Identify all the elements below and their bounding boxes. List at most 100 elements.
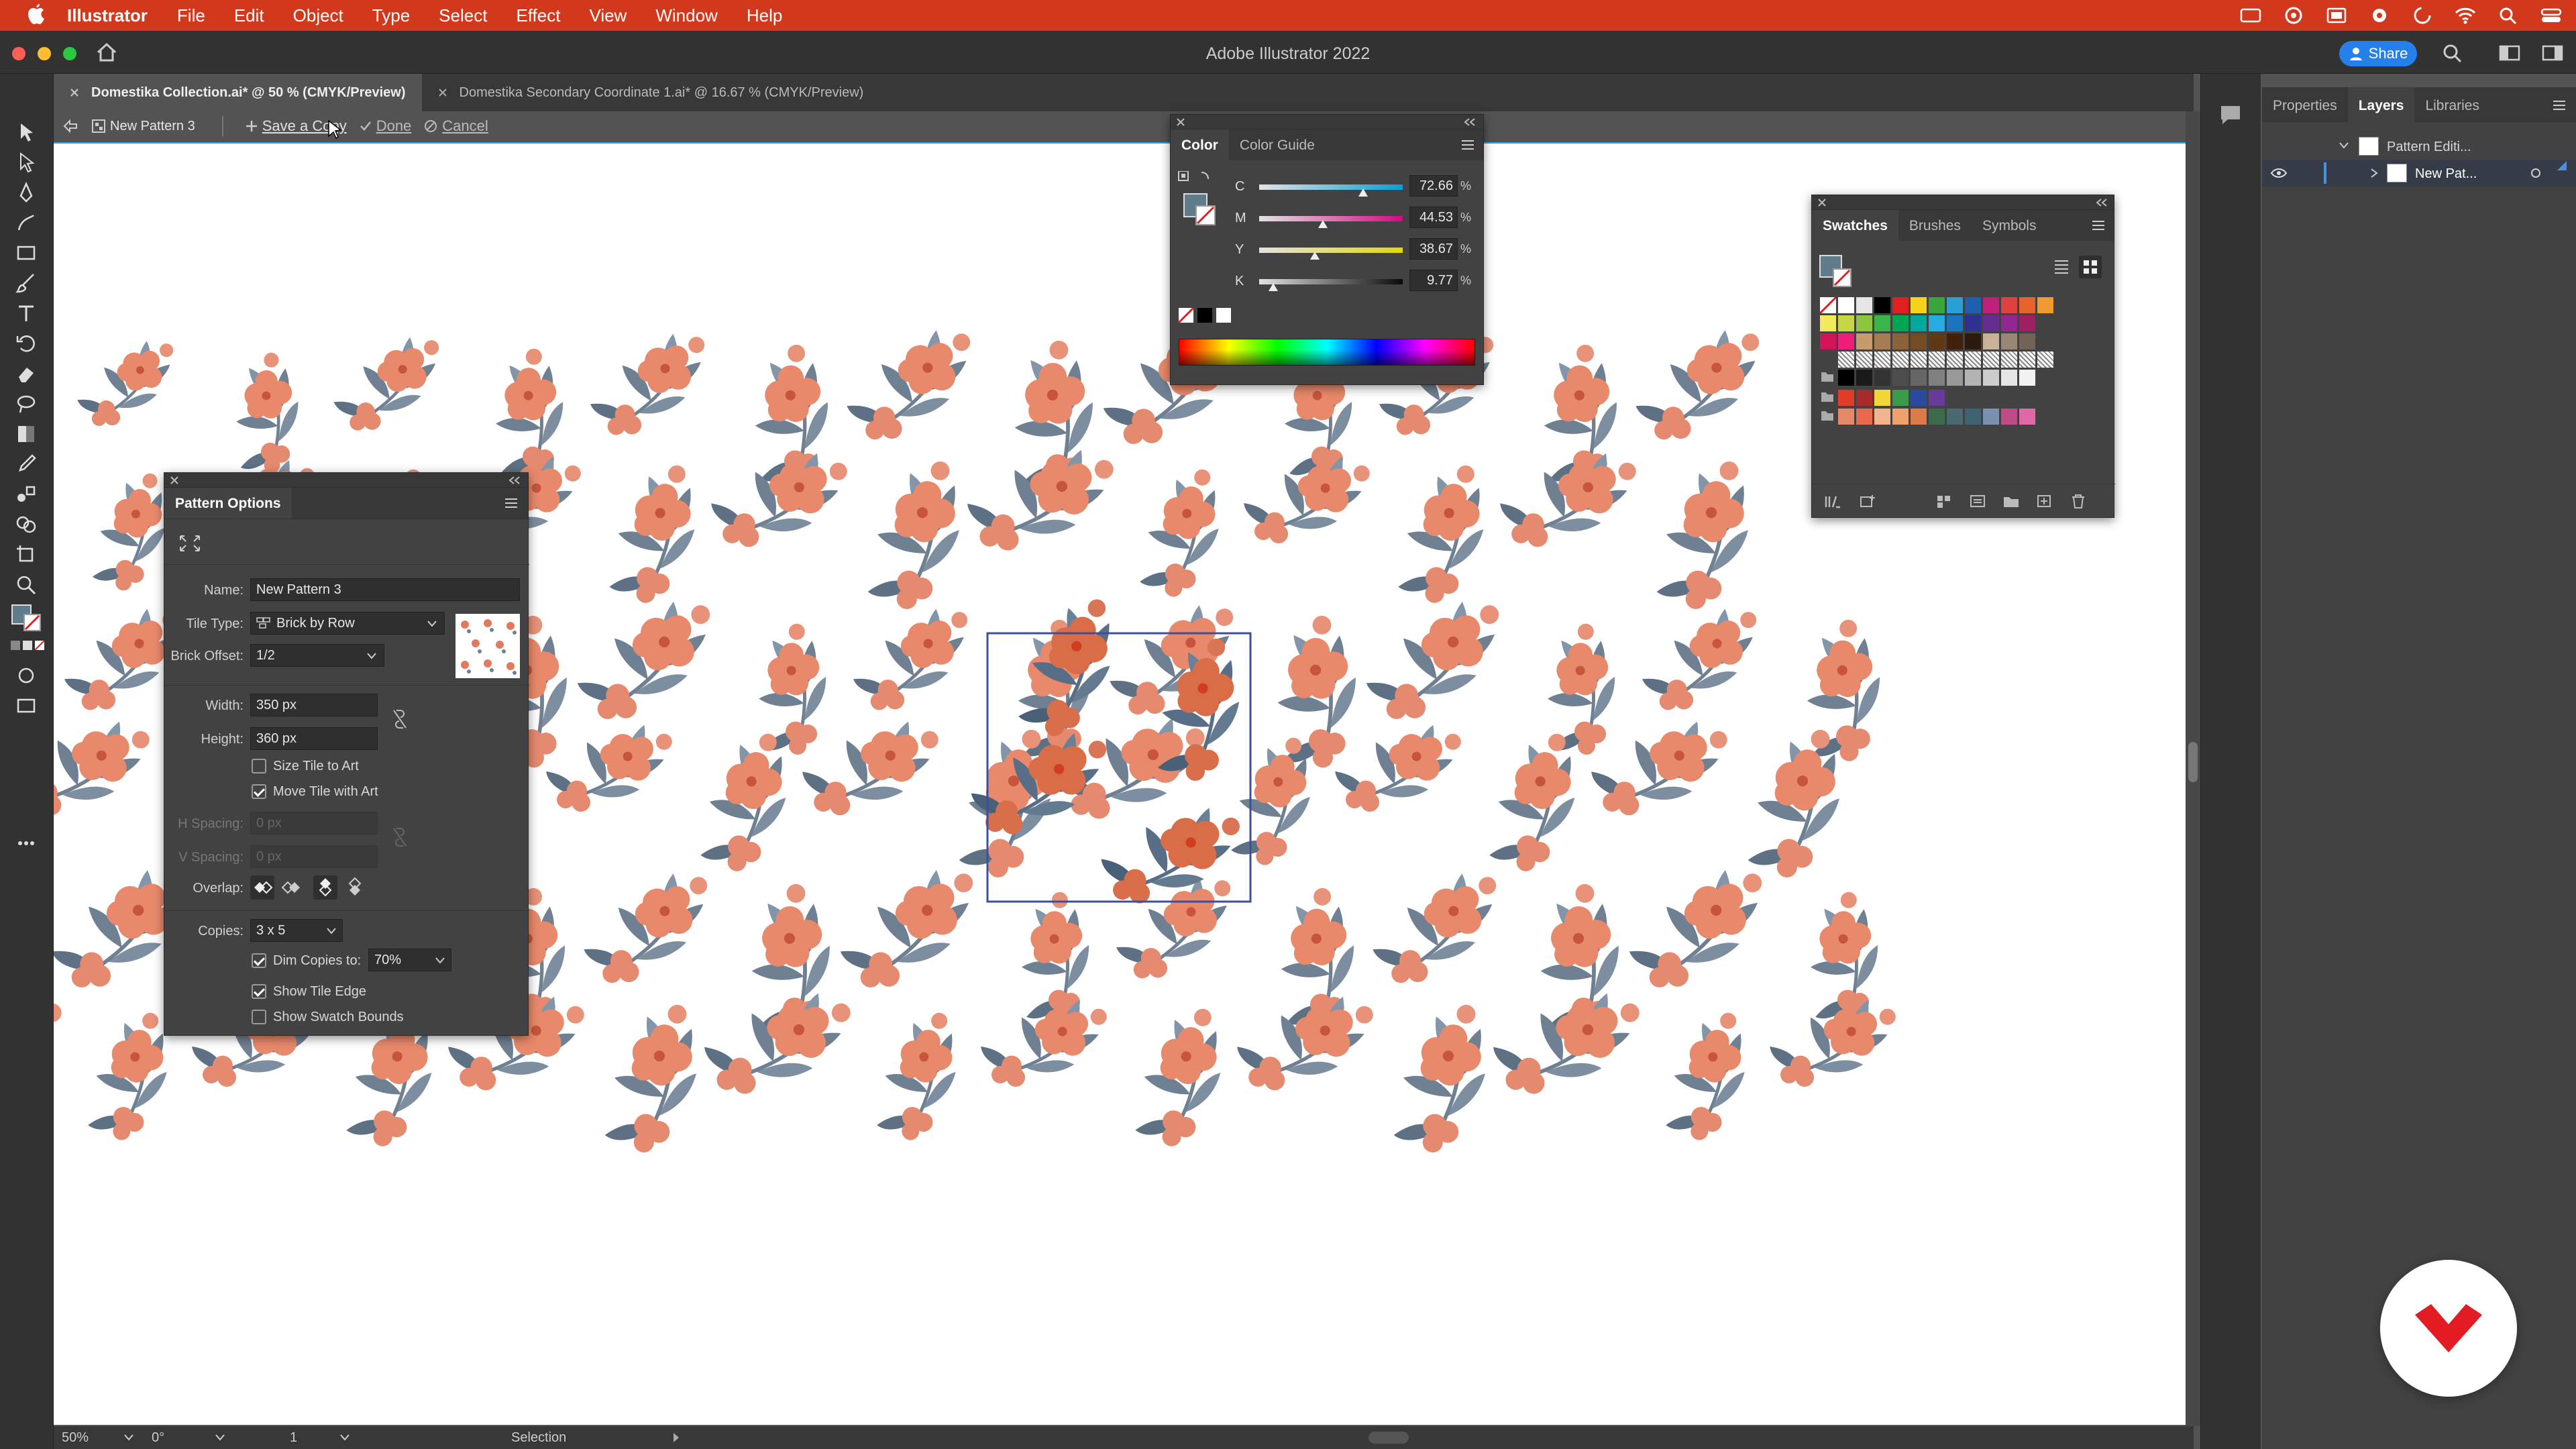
color-swatch[interactable] [1965, 409, 1981, 425]
direct-selection-tool-icon[interactable] [15, 151, 38, 174]
tab-layers[interactable]: Layers [2347, 87, 2415, 122]
color-swatch[interactable] [1947, 297, 1963, 313]
app-menu[interactable]: Illustrator [67, 5, 148, 26]
none-swatch[interactable] [1820, 297, 1836, 313]
color-swatch[interactable] [1874, 333, 1890, 350]
control-center-icon[interactable] [2540, 6, 2563, 25]
color-swatch[interactable] [1947, 370, 1963, 386]
size-tile-checkbox[interactable] [252, 759, 266, 773]
color-swatch[interactable] [1892, 390, 1909, 406]
pattern-swatch[interactable] [2037, 352, 2053, 368]
color-swatch[interactable] [2019, 333, 2035, 350]
color-swatch[interactable] [1911, 390, 1927, 406]
color-swatch[interactable] [1838, 390, 1854, 406]
menu-view[interactable]: View [589, 5, 627, 26]
color-swatch[interactable] [2019, 315, 2035, 331]
color-swatch[interactable] [1838, 297, 1854, 313]
chevron-right-icon[interactable] [671, 1432, 682, 1444]
chevron-down-icon[interactable] [123, 1433, 134, 1442]
layer-name[interactable]: Pattern Editi... [2387, 140, 2471, 155]
tab-color[interactable]: Color [1171, 129, 1229, 160]
tab-color-guide[interactable]: Color Guide [1229, 129, 1326, 160]
overlap-left-in-front-button[interactable] [250, 875, 274, 900]
color-swatch[interactable] [1965, 333, 1981, 350]
tab-properties[interactable]: Properties [2262, 87, 2348, 122]
menu-object[interactable]: Object [293, 5, 343, 26]
rotation-value[interactable]: 0° [152, 1430, 164, 1446]
draw-mode-icon[interactable] [15, 664, 38, 687]
color-swatch[interactable] [2001, 315, 2017, 331]
color-swatch[interactable] [1856, 370, 1872, 386]
color-spectrum-bar[interactable] [1179, 339, 1475, 366]
search-icon[interactable] [2442, 43, 2463, 63]
tab-pattern-options[interactable]: Pattern Options [164, 488, 292, 519]
unlinked-chain-icon[interactable] [391, 826, 409, 849]
notification-icon[interactable] [2368, 6, 2391, 25]
color-swatch[interactable] [2037, 297, 2053, 313]
color-swatch[interactable] [2019, 370, 2035, 386]
color-swatch[interactable] [1911, 315, 1927, 331]
panel-menu-icon[interactable] [504, 497, 519, 509]
color-swatch[interactable] [1856, 409, 1872, 425]
artboard-number[interactable]: 1 [290, 1430, 297, 1446]
shape-builder-tool-icon[interactable] [15, 513, 38, 536]
vertical-scrollbar[interactable] [2186, 111, 2200, 1426]
new-swatch-icon[interactable] [2036, 494, 2053, 508]
delete-swatch-icon[interactable] [2070, 494, 2087, 508]
tile-flower-motif[interactable] [1001, 598, 1127, 742]
color-swatch[interactable] [2019, 297, 2035, 313]
collapse-panel-icon[interactable] [508, 476, 521, 485]
color-swatch[interactable] [2001, 297, 2017, 313]
pattern-swatch[interactable] [2019, 352, 2035, 368]
swatch-options-icon[interactable] [1969, 494, 1986, 508]
color-swatch[interactable] [1856, 333, 1872, 350]
tile-type-select[interactable]: Brick by Row [250, 612, 445, 635]
none-black-white-swatches[interactable] [1177, 307, 1232, 324]
h-spacing-input[interactable]: 0 px [250, 812, 378, 835]
eyedropper-tool-icon[interactable] [15, 453, 38, 476]
panel-menu-icon[interactable] [2552, 99, 2567, 111]
menu-edit[interactable]: Edit [234, 5, 264, 26]
color-swatch[interactable] [1911, 297, 1927, 313]
color-swatch[interactable] [2001, 409, 2017, 425]
zoom-tool-icon[interactable] [15, 574, 38, 596]
color-swatch[interactable] [1983, 297, 1999, 313]
channel-value-m[interactable]: 44.53 [1409, 207, 1458, 228]
eraser-tool-icon[interactable] [15, 362, 38, 385]
screen-mode-icon[interactable] [15, 694, 38, 717]
tile-flower-motif[interactable] [960, 701, 1110, 861]
overlap-bottom-in-front-icon[interactable] [343, 875, 367, 900]
color-swatch[interactable] [1856, 390, 1872, 406]
new-color-group-icon[interactable] [2002, 494, 2020, 508]
gradient-tool-icon[interactable] [15, 423, 38, 445]
pattern-swatch[interactable] [1965, 352, 1981, 368]
menu-help[interactable]: Help [747, 5, 782, 26]
pattern-name-crumb[interactable]: New Pattern 3 [91, 119, 195, 134]
show-swatch-bounds-checkbox[interactable] [252, 1010, 266, 1024]
paintbrush-tool-icon[interactable] [15, 272, 38, 294]
pattern-swatch[interactable] [2001, 352, 2017, 368]
color-swatch[interactable] [1947, 333, 1963, 350]
copies-select[interactable]: 3 x 5 [250, 919, 343, 942]
v-spacing-input[interactable]: 0 px [250, 845, 378, 868]
screen-share-icon[interactable] [2239, 6, 2262, 25]
panel-header[interactable] [1171, 115, 1483, 129]
zoom-level[interactable]: 50% [62, 1430, 89, 1446]
color-swatch[interactable] [1856, 297, 1872, 313]
chevron-down-icon[interactable] [2339, 141, 2349, 150]
close-tab-icon[interactable] [70, 88, 79, 97]
layer-name[interactable]: New Pat... [2415, 166, 2477, 182]
slider-thumb[interactable] [1309, 252, 1320, 260]
width-input[interactable]: 350 px [250, 694, 378, 716]
swatch-libraries-icon[interactable] [1824, 494, 1841, 508]
tab-symbols[interactable]: Symbols [1972, 210, 2047, 241]
comments-icon[interactable] [2218, 103, 2243, 126]
move-tile-checkbox[interactable] [252, 784, 266, 799]
panel-menu-icon[interactable] [2091, 219, 2106, 231]
menu-type[interactable]: Type [372, 5, 410, 26]
layer-row-new-pattern[interactable]: New Pat... [2262, 160, 2576, 186]
spotlight-search-icon[interactable] [2497, 6, 2520, 25]
channel-value-k[interactable]: 9.77 [1409, 270, 1458, 291]
channel-slider-m[interactable] [1259, 216, 1403, 221]
pattern-swatch[interactable] [1874, 352, 1890, 368]
